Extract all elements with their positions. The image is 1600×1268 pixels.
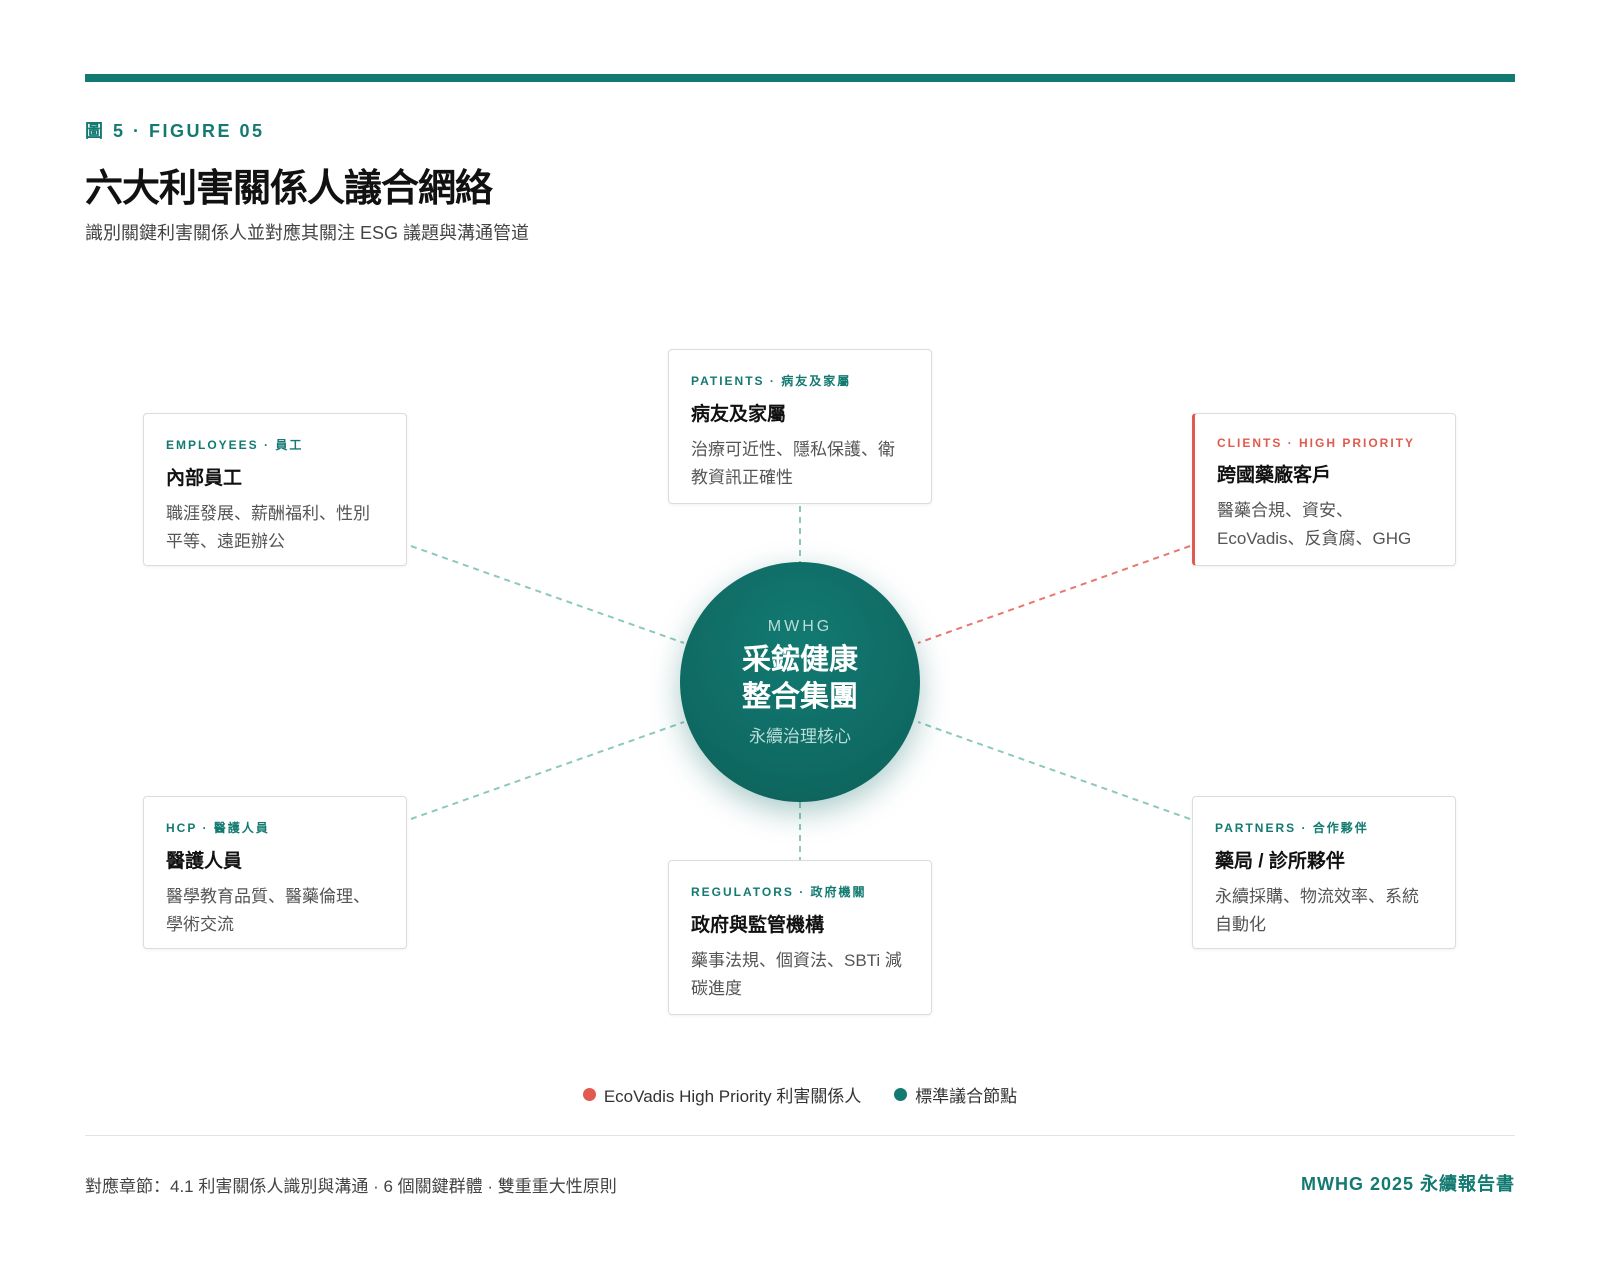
legend-item-priority: EcoVadis High Priority 利害關係人: [582, 1082, 862, 1107]
red-dot-icon: [582, 1088, 596, 1101]
card-tag: CLIENTS · HIGH PRIORITY: [1217, 436, 1416, 450]
legend-item-standard: 標準議合節點: [894, 1082, 1017, 1107]
card-desc: 藥事法規、個資法、SBTi 減碳進度: [691, 951, 902, 998]
card-tag: HCP · 醫護人員: [166, 821, 270, 835]
teal-dot-icon: [894, 1088, 908, 1101]
card-desc: 永續採購、物流效率、系統自動化: [1215, 887, 1419, 934]
link-clients: [917, 545, 1191, 644]
card-desc: 治療可近性、隱私保護、衛教資訊正確性: [691, 440, 895, 487]
legend-standard-label: 標準議合節點: [915, 1087, 1018, 1106]
hub-name-line2: 整合集團: [741, 681, 858, 713]
footer-divider: [85, 1135, 1515, 1136]
card-tag: PARTNERS · 合作夥伴: [1215, 821, 1369, 835]
link-partners: [917, 721, 1191, 820]
link-hcp: [410, 721, 685, 820]
stakeholder-card-hcp: HCP · 醫護人員 醫護人員 醫學教育品質、醫藥倫理、學術交流: [143, 796, 407, 949]
stakeholder-card-patients: PATIENTS · 病友及家屬 病友及家屬 治療可近性、隱私保護、衛教資訊正確…: [668, 349, 932, 504]
hub-subtitle: 永續治理核心: [749, 727, 851, 746]
central-hub: MWHG 采鋐健康 整合集團 永續治理核心: [680, 562, 920, 802]
card-tag: REGULATORS · 政府機關: [691, 885, 867, 899]
card-desc: 職涯發展、薪酬福利、性別平等、遠距辦公: [166, 504, 370, 551]
card-name: 政府與監管機構: [691, 915, 825, 936]
card-tag: EMPLOYEES · 員工: [166, 438, 304, 452]
card-tag: PATIENTS · 病友及家屬: [691, 374, 852, 388]
card-name: 病友及家屬: [691, 404, 787, 425]
stakeholder-card-partners: PARTNERS · 合作夥伴 藥局 / 診所夥伴 永續採購、物流效率、系統自動…: [1192, 796, 1456, 949]
stakeholder-card-regulators: REGULATORS · 政府機關 政府與監管機構 藥事法規、個資法、SBTi …: [668, 860, 932, 1015]
card-name: 內部員工: [166, 468, 243, 489]
card-name: 跨國藥廠客戶: [1217, 465, 1332, 486]
link-employees: [410, 545, 685, 644]
stakeholder-card-employees: EMPLOYEES · 員工 內部員工 職涯發展、薪酬福利、性別平等、遠距辦公: [143, 413, 407, 566]
footer-chapter-note: 對應章節：4.1 利害關係人識別與溝通 · 6 個關鍵群體 · 雙重重大性原則: [85, 1177, 617, 1196]
legend-priority-label: EcoVadis High Priority 利害關係人: [603, 1087, 862, 1106]
hub-org: MWHG: [767, 618, 833, 635]
legend: EcoVadis High Priority 利害關係人 標準議合節點: [0, 1082, 1600, 1107]
card-name: 藥局 / 診所夥伴: [1215, 851, 1345, 872]
footer-report-title: MWHG 2025 永續報告書: [1300, 1174, 1515, 1194]
stakeholder-card-clients: CLIENTS · HIGH PRIORITY 跨國藥廠客戶 醫藥合規、資安、E…: [1192, 413, 1456, 566]
card-desc: 醫藥合規、資安、EcoVadis、反貪腐、GHG: [1217, 501, 1412, 548]
card-desc: 醫學教育品質、醫藥倫理、學術交流: [166, 887, 370, 934]
hub-name-line1: 采鋐健康: [741, 644, 858, 676]
hub-name: 采鋐健康 整合集團: [680, 642, 920, 716]
card-name: 醫護人員: [166, 851, 243, 872]
